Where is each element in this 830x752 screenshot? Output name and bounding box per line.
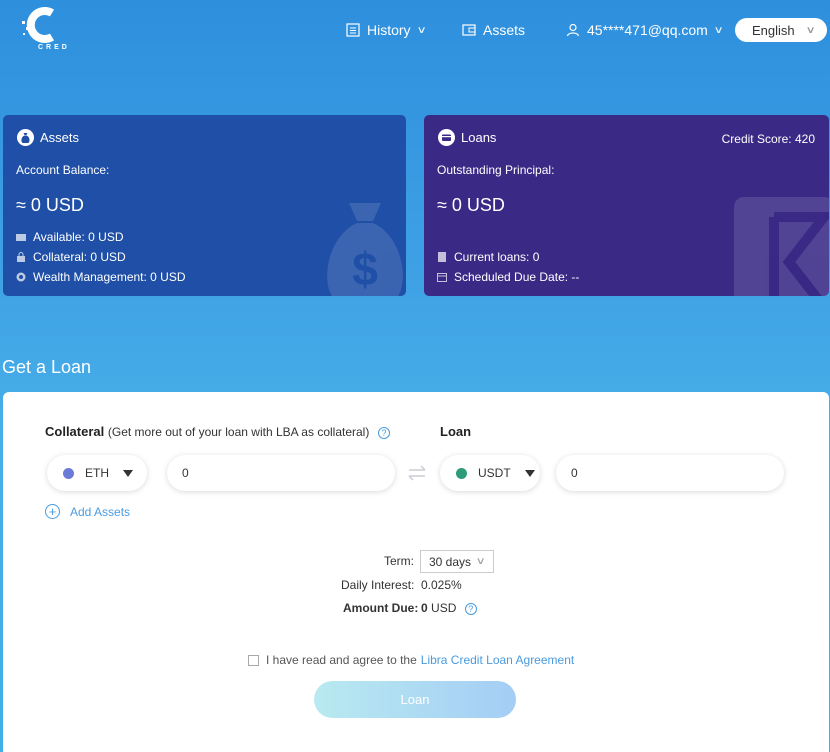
get-loan-heading: Get a Loan <box>2 357 92 377</box>
credit-score: Credit Score: 420 <box>721 132 815 146</box>
account-balance-value: ≈ 0 USD <box>16 195 84 215</box>
logo-c-icon <box>22 7 55 43</box>
card-icon <box>438 129 455 146</box>
nav-history[interactable]: History ∨ <box>346 21 427 39</box>
term-select[interactable]: 30 days ∨ <box>420 550 494 573</box>
collateral-asset-label: ETH <box>85 466 109 480</box>
amount-due-unit: USD <box>431 601 457 615</box>
collateral-asset-select[interactable]: ETH <box>47 455 147 491</box>
outstanding-principal-label: Outstanding Principal: <box>437 163 555 177</box>
account-balance-label: Account Balance: <box>16 163 110 177</box>
wallet-icon <box>462 24 476 36</box>
collateral-heading: Collateral (Get more out of your loan wi… <box>45 424 390 439</box>
nav-assets[interactable]: Assets <box>462 21 525 39</box>
help-icon[interactable]: ? <box>464 602 477 615</box>
collateral-text: Collateral: 0 USD <box>33 250 126 264</box>
amount-due-label: Amount Due: <box>343 601 419 615</box>
add-assets-label: Add Assets <box>70 504 131 519</box>
daily-interest-label: Daily Interest: <box>341 578 415 592</box>
user-icon <box>566 23 580 37</box>
logo-text: CRED <box>38 44 70 51</box>
agree-text: I have read and agree to the <box>266 653 417 667</box>
help-icon[interactable]: ? <box>377 426 390 439</box>
amount-due-value: 0 <box>421 601 428 615</box>
lock-icon <box>17 252 25 262</box>
language-select[interactable]: English ∨ <box>735 18 827 42</box>
usdt-icon <box>456 467 467 479</box>
term-label: Term: <box>384 554 414 568</box>
available-row: Available: 0 USD <box>16 230 124 244</box>
top-header: CRED History ∨ Assets 45****471@qq.com ∨… <box>0 0 830 60</box>
agree-checkbox[interactable] <box>248 654 259 666</box>
add-assets-button[interactable]: + Add Assets <box>45 504 130 519</box>
wealth-text: Wealth Management: 0 USD <box>33 270 186 284</box>
document-list-icon <box>346 23 360 37</box>
due-date-text: Scheduled Due Date: -- <box>454 270 580 284</box>
loan-amount-value: 0 <box>571 466 578 480</box>
loan-amount-input[interactable]: 0 <box>556 455 784 491</box>
collateral-amount-value: 0 <box>182 466 189 480</box>
collateral-label: Collateral <box>45 424 105 439</box>
document-icon <box>438 252 446 262</box>
caret-down-icon <box>123 469 133 477</box>
current-loans-row: Current loans: 0 <box>437 250 539 264</box>
plus-icon: + <box>45 504 60 519</box>
loan-button[interactable]: Loan <box>314 681 516 718</box>
collateral-amount-input[interactable]: 0 <box>167 455 395 491</box>
user-email: 45****471@qq.com <box>587 22 708 38</box>
due-date-row: Scheduled Due Date: -- <box>437 270 579 284</box>
caret-down-icon <box>524 469 535 477</box>
outstanding-principal-value: ≈ 0 USD <box>437 195 505 215</box>
loan-asset-label: USDT <box>478 466 511 480</box>
collateral-row: Collateral: 0 USD <box>16 250 126 264</box>
loans-card-title: Loans <box>438 129 496 146</box>
coin-icon <box>16 272 26 282</box>
chevron-down-icon: ∨ <box>416 24 427 36</box>
eth-icon <box>63 467 74 479</box>
nav-history-label: History <box>367 22 411 38</box>
agreement-link[interactable]: Libra Credit Loan Agreement <box>421 653 574 667</box>
calendar-icon <box>437 273 447 282</box>
assets-card: $ Assets Account Balance: ≈ 0 USD Availa… <box>3 115 406 296</box>
collateral-hint: (Get more out of your loan with LBA as c… <box>107 425 370 439</box>
current-loans-text: Current loans: 0 <box>454 250 540 264</box>
wealth-row: Wealth Management: 0 USD <box>16 270 186 284</box>
term-value: 30 days <box>429 554 472 569</box>
svg-text:$: $ <box>352 243 378 295</box>
loan-heading: Loan <box>440 424 472 439</box>
cred-logo[interactable]: CRED <box>12 7 67 53</box>
nav-assets-label: Assets <box>483 22 526 38</box>
agreement-row: I have read and agree to the Libra Credi… <box>248 653 574 667</box>
wallet-small-icon <box>16 234 26 241</box>
assets-title-text: Assets <box>40 130 80 145</box>
loan-asset-select[interactable]: USDT <box>440 455 540 491</box>
nav-user-account[interactable]: 45****471@qq.com ∨ <box>566 21 724 39</box>
loan-panel: Collateral (Get more out of your loan wi… <box>3 392 829 752</box>
money-bag-watermark-icon: $ <box>327 203 403 296</box>
wallet-watermark-icon <box>734 197 829 296</box>
daily-interest-value: 0.025% <box>421 578 462 592</box>
chevron-down-icon: ∨ <box>475 556 486 567</box>
swap-arrows-icon <box>407 464 427 482</box>
money-bag-icon <box>17 129 34 146</box>
chevron-down-icon: ∨ <box>805 24 816 36</box>
amount-due-row: 0 USD ? <box>421 601 477 615</box>
language-label: English <box>752 22 795 38</box>
loans-card: Loans Credit Score: 420 Outstanding Prin… <box>424 115 829 296</box>
assets-card-title: Assets <box>17 129 79 146</box>
chevron-down-icon: ∨ <box>713 24 724 36</box>
loans-title-text: Loans <box>461 130 497 145</box>
available-text: Available: 0 USD <box>33 230 124 244</box>
